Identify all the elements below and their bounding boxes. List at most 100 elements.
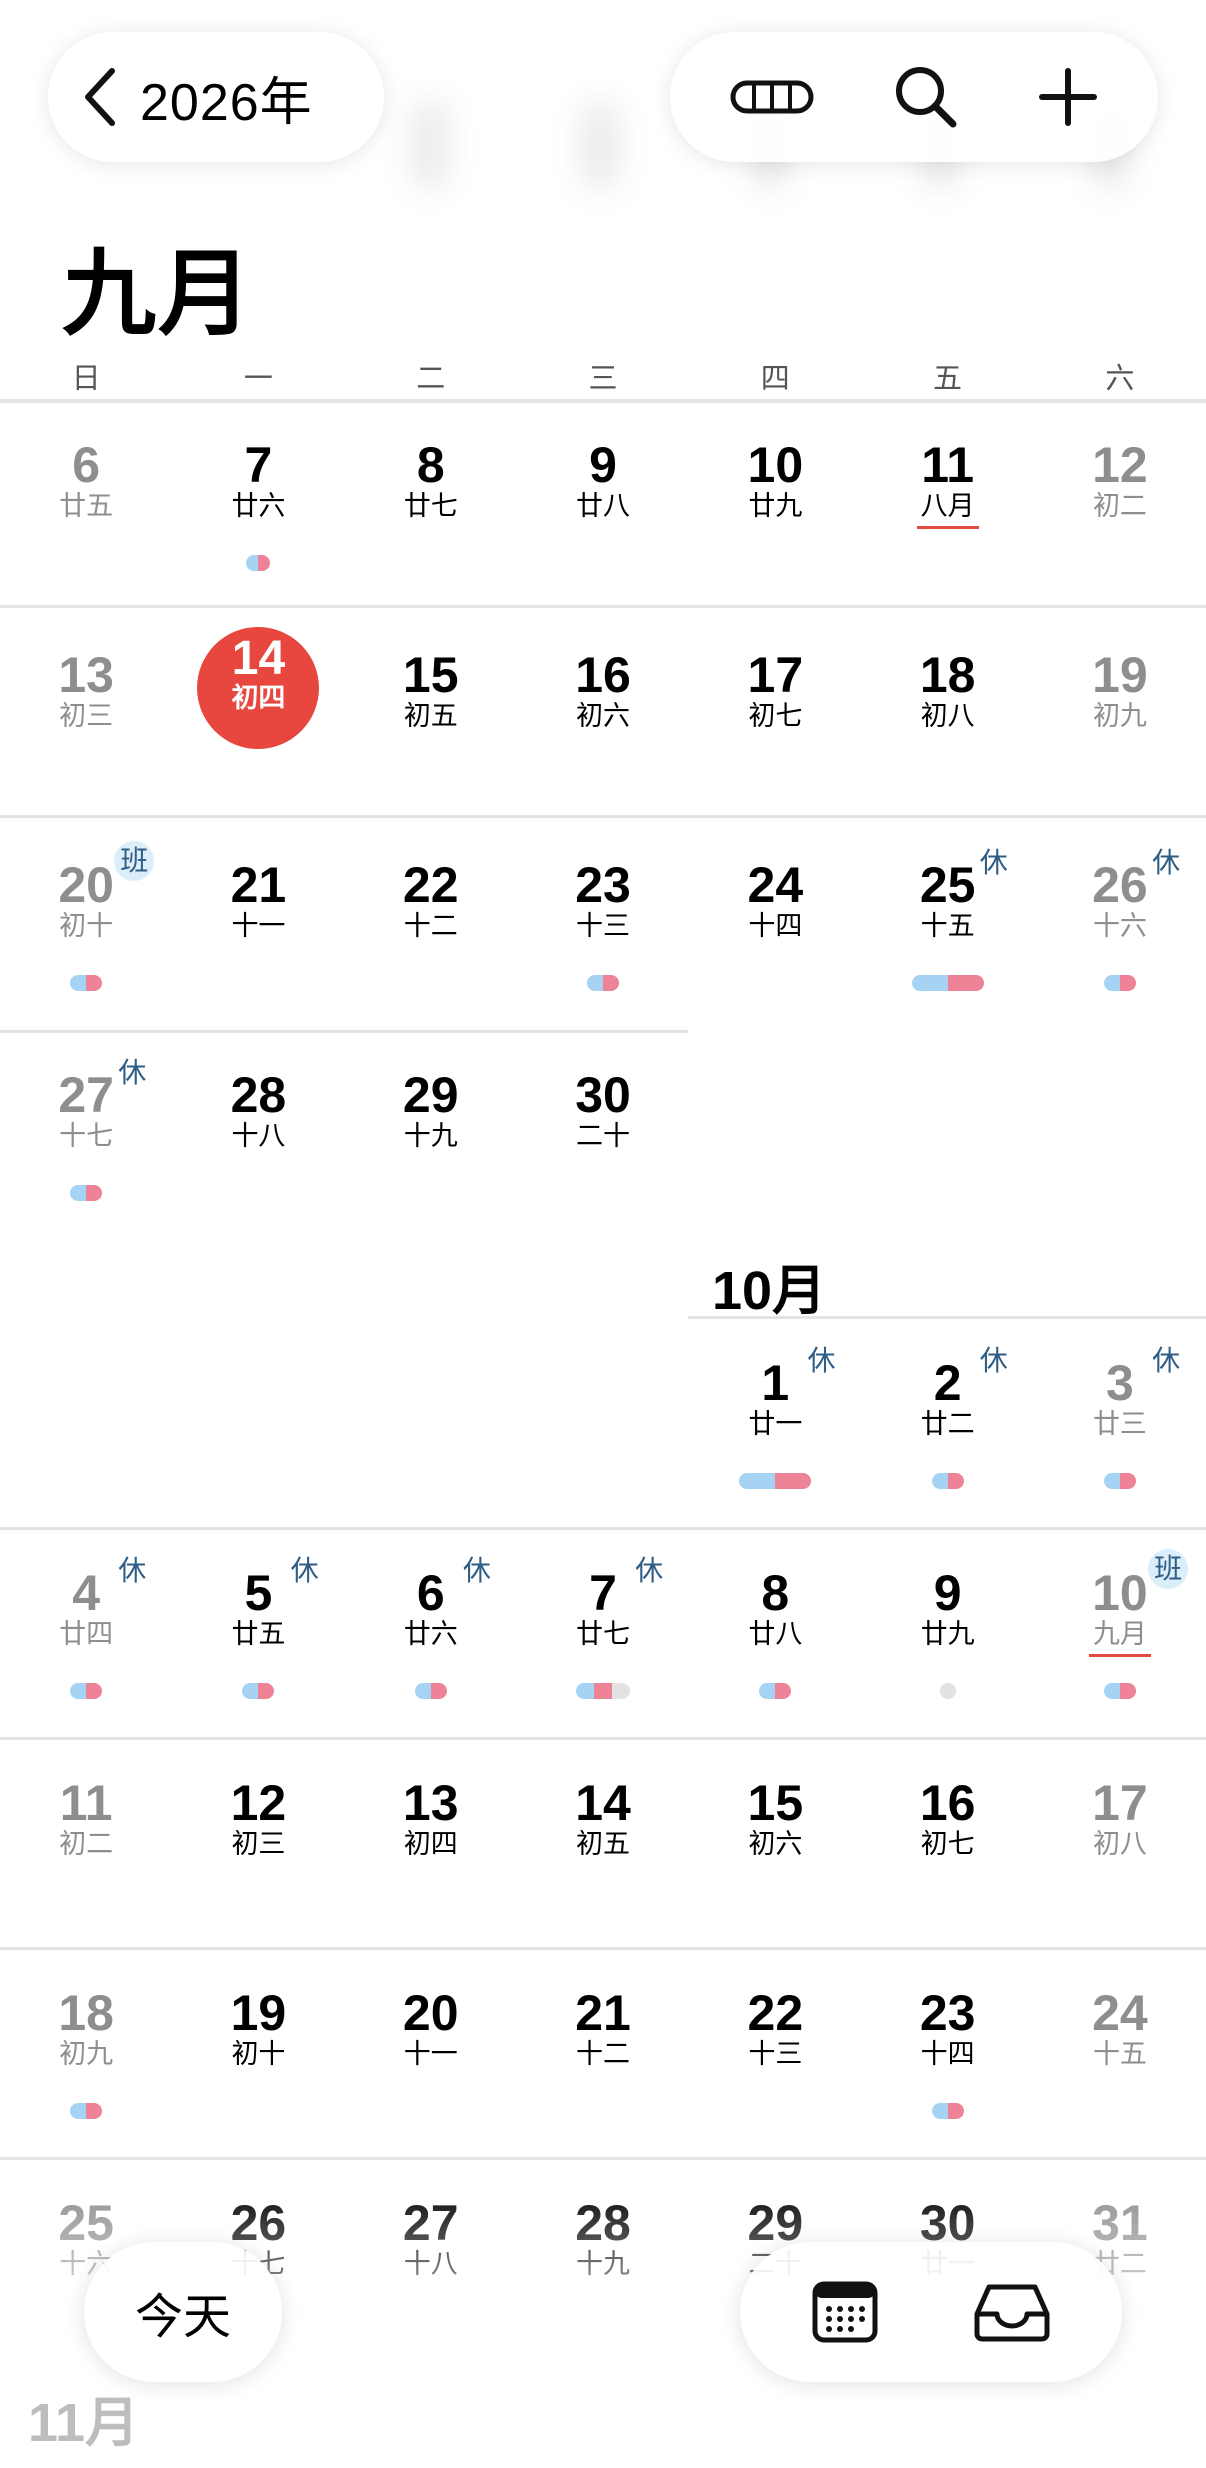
- day-cell[interactable]: 19 初九: [1034, 605, 1206, 815]
- lunar-date: 廿四: [59, 1619, 114, 1649]
- back-to-year-button[interactable]: 2026年: [48, 32, 384, 162]
- event-segment: [931, 1473, 948, 1489]
- event-segment: [70, 1185, 87, 1201]
- inbox-icon[interactable]: [973, 2282, 1051, 2342]
- lunar-date: 廿六: [231, 491, 286, 521]
- day-cell[interactable]: 4 廿四休: [0, 1523, 172, 1733]
- event-indicator: [862, 975, 1034, 991]
- today-button[interactable]: 今天: [84, 2242, 282, 2382]
- day-cell[interactable]: 15 初五: [345, 605, 517, 815]
- day-cell[interactable]: 8 廿七: [345, 395, 517, 605]
- day-cell[interactable]: 11 初二: [0, 1733, 172, 1943]
- day-cell[interactable]: 3 廿三休: [1034, 1313, 1206, 1523]
- day-cell[interactable]: 5 廿五休: [172, 1523, 344, 1733]
- lunar-date: 初三: [231, 1829, 286, 1859]
- event-indicator: [172, 555, 344, 571]
- event-indicator: [1034, 1683, 1206, 1699]
- day-cell[interactable]: 10 九月班: [1034, 1523, 1206, 1733]
- day-cell[interactable]: 8 廿八: [689, 1523, 861, 1733]
- day-cell[interactable]: 10 廿九: [689, 395, 861, 605]
- day-cell[interactable]: 20 十一: [345, 1943, 517, 2153]
- day-number: 19: [230, 1985, 287, 2041]
- event-bar: [414, 1683, 447, 1699]
- day-cell[interactable]: 28 十八: [172, 1025, 344, 1235]
- month-start-underline: [1088, 1654, 1151, 1657]
- day-cell[interactable]: 6 廿五: [0, 395, 172, 605]
- day-cell[interactable]: 24 十四: [689, 815, 861, 1025]
- day-number: 29: [402, 1067, 459, 1123]
- day-cell[interactable]: 27 十八: [345, 2153, 517, 2363]
- day-number: 7: [244, 437, 273, 493]
- event-indicator: [0, 1683, 172, 1699]
- holiday-badge: 休: [807, 1345, 836, 1376]
- event-indicator: [0, 2103, 172, 2119]
- day-cell[interactable]: 18 初八: [862, 605, 1034, 815]
- search-icon[interactable]: [893, 64, 959, 130]
- plus-icon[interactable]: [1038, 67, 1098, 127]
- day-cell[interactable]: 18 初九: [0, 1943, 172, 2153]
- day-cell[interactable]: 28 十九: [517, 2153, 689, 2363]
- event-segment: [1119, 1683, 1136, 1699]
- day-cell[interactable]: 25 十五休: [862, 815, 1034, 1025]
- day-cell[interactable]: 23 十四: [862, 1943, 1034, 2153]
- holiday-badge: 休: [290, 1555, 319, 1586]
- day-cell[interactable]: 27 十七休: [0, 1025, 172, 1235]
- day-cell[interactable]: 11 八月: [862, 395, 1034, 605]
- day-cell[interactable]: 12 初三: [172, 1733, 344, 1943]
- holiday-badge: 休: [1152, 1345, 1181, 1376]
- day-cell[interactable]: 21 十一: [172, 815, 344, 1025]
- day-cell[interactable]: 19 初十: [172, 1943, 344, 2153]
- day-number: 12: [230, 1775, 287, 1831]
- day-number: 22: [747, 1985, 804, 2041]
- day-cell[interactable]: 7 廿七休: [517, 1523, 689, 1733]
- lunar-date: 廿一: [748, 1409, 803, 1439]
- event-segment: [86, 1185, 103, 1201]
- day-cell[interactable]: 12 初二: [1034, 395, 1206, 605]
- event-segment: [576, 1683, 595, 1699]
- event-segment: [246, 555, 259, 571]
- day-number: 30: [575, 1067, 631, 1123]
- day-cell[interactable]: 16 初七: [862, 1733, 1034, 1943]
- day-cell[interactable]: 9 廿八: [517, 395, 689, 605]
- day-cell[interactable]: 30 二十: [517, 1025, 689, 1235]
- day-cell[interactable]: 15 初六: [689, 1733, 861, 1943]
- lunar-date: 廿八: [748, 1619, 803, 1649]
- weekday-label: 日: [71, 363, 101, 395]
- day-cell[interactable]: 14 初五: [517, 1733, 689, 1943]
- day-cell[interactable]: 29 十九: [345, 1025, 517, 1235]
- day-cell[interactable]: 13 初四: [345, 1733, 517, 1943]
- day-cell[interactable]: 24 十五: [1034, 1943, 1206, 2153]
- day-cell[interactable]: 16 初六: [517, 605, 689, 815]
- day-number: 11: [59, 1775, 113, 1831]
- day-number: 13: [402, 1775, 459, 1831]
- day-cell[interactable]: 20 初十班: [0, 815, 172, 1025]
- day-number: 9: [589, 437, 617, 493]
- day-cell[interactable]: 7 廿六: [172, 395, 344, 605]
- holiday-badge: 休: [979, 847, 1008, 878]
- calendar-grid-icon[interactable]: [812, 2281, 878, 2343]
- day-cell[interactable]: 6 廿六休: [345, 1523, 517, 1733]
- lunar-date: 初八: [920, 701, 975, 731]
- lunar-date: 初三: [59, 701, 114, 731]
- day-cell[interactable]: 17 初八: [1034, 1733, 1206, 1943]
- day-cell[interactable]: 22 十三: [689, 1943, 861, 2153]
- day-cell[interactable]: 13 初三: [0, 605, 172, 815]
- day-number: 24: [747, 857, 804, 913]
- day-cell[interactable]: 1 廿一休: [689, 1313, 861, 1523]
- day-cell-today[interactable]: 14 初四: [172, 605, 344, 815]
- day-cell[interactable]: 22 十二: [345, 815, 517, 1025]
- lunar-date: 廿八: [576, 491, 631, 521]
- day-cell[interactable]: 23 十三: [517, 815, 689, 1025]
- day-cell[interactable]: 26 十六休: [1034, 815, 1206, 1025]
- day-number: 18: [58, 1985, 114, 2041]
- event-segment: [70, 975, 87, 991]
- lunar-date: 十九: [576, 2249, 631, 2279]
- view-toggle-icon[interactable]: [730, 80, 814, 114]
- weekday-label: 三: [588, 363, 618, 395]
- day-cell[interactable]: 21 十二: [517, 1943, 689, 2153]
- lunar-date: 十五: [1092, 2039, 1147, 2069]
- day-cell[interactable]: 9 廿九: [862, 1523, 1034, 1733]
- day-cell[interactable]: 2 廿二休: [862, 1313, 1034, 1523]
- day-cell[interactable]: 17 初七: [689, 605, 861, 815]
- lunar-date: 十九: [403, 1121, 458, 1151]
